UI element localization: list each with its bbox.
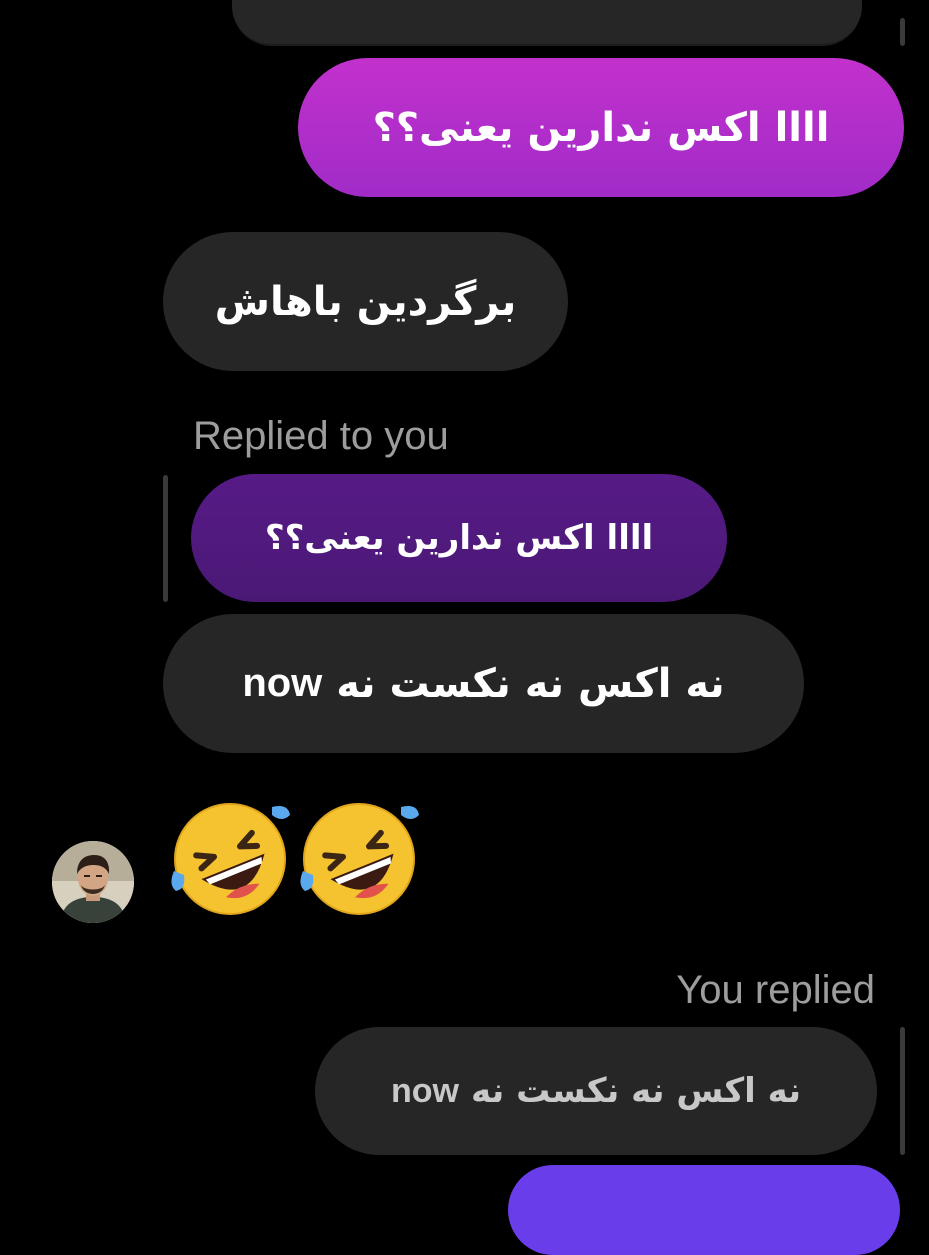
emoji-face-icon [171,803,290,915]
message-text: اااا اکس ندارین یعنی؟؟ [372,104,830,151]
quoted-message-text: اااا اکس ندارین یعنی؟؟ [264,518,654,558]
quoted-message-bubble[interactable]: اااا اکس ندارین یعنی؟؟ [191,474,727,602]
sent-message-bubble[interactable] [508,1165,900,1255]
quoted-message-text: نه اکس نه نکست نه [470,1071,802,1111]
avatar-image [52,841,134,923]
received-reply-bubble[interactable]: نه اکس نه نکست نه now [163,614,804,753]
message-text: برگردین باهاش [214,278,517,325]
received-message-bubble[interactable]: برگردین باهاش [163,232,568,371]
reply-indicator-bar [900,18,905,46]
rolling-on-floor-laughing-emoji[interactable] [293,793,425,925]
message-text: نه اکس نه نکست نه [336,660,725,707]
reply-indicator-bar [900,1027,905,1155]
previous-message-bubble[interactable] [232,0,862,46]
emoji-face-icon [300,803,419,915]
you-replied-label: You replied [676,968,875,1012]
contact-avatar[interactable] [52,841,134,923]
quoted-message-text-latin: now [390,1071,459,1110]
reply-indicator-bar [163,475,168,602]
rolling-on-floor-laughing-emoji[interactable] [164,793,296,925]
message-text-latin: now [242,661,323,705]
quoted-message-bubble[interactable]: نه اکس نه نکست نه now [315,1027,877,1155]
replied-to-you-label: Replied to you [193,414,449,458]
sent-message-bubble[interactable]: اااا اکس ندارین یعنی؟؟ [298,58,904,197]
